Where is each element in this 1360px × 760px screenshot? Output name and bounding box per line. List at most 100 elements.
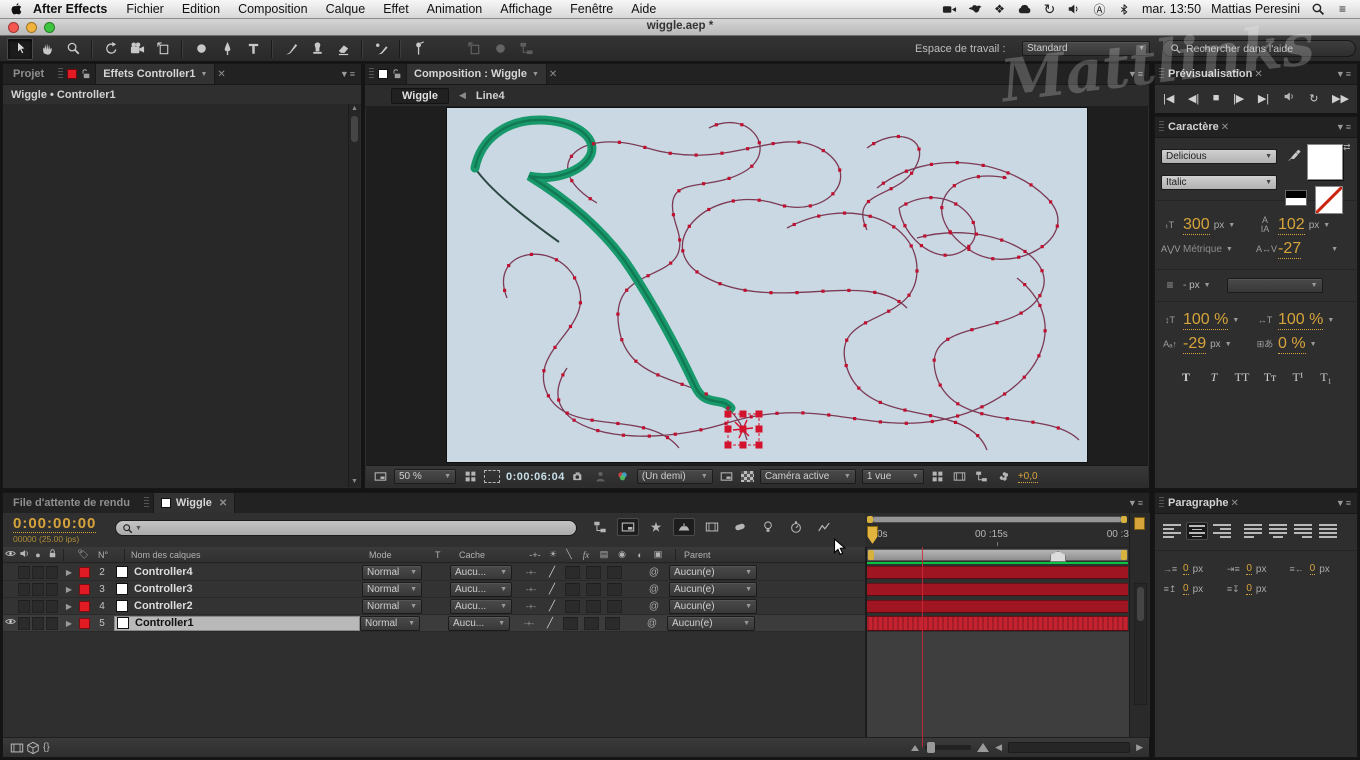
faux-bold-button[interactable]: T: [1176, 370, 1196, 385]
switch-cell[interactable]: [565, 565, 580, 579]
t-column-label[interactable]: T: [435, 550, 459, 560]
justify-all-button[interactable]: [1317, 522, 1339, 540]
baseline-shift-value[interactable]: -29: [1183, 335, 1207, 354]
switch-cell[interactable]: [565, 582, 580, 596]
pill-icon[interactable]: [729, 518, 751, 536]
timeline-vscrollbar[interactable]: [1134, 583, 1147, 705]
layer-expand-arrow[interactable]: ▶: [59, 602, 79, 611]
layer-parent-dropdown[interactable]: Aucun(e) ▼: [669, 564, 757, 580]
cache-column-label[interactable]: Cache: [459, 550, 525, 560]
zoom-tool[interactable]: [61, 39, 85, 59]
menu-animation[interactable]: Animation: [427, 2, 483, 16]
parent-pickwhip-icon[interactable]: @: [639, 567, 669, 578]
quality-switch[interactable]: ╱: [542, 584, 562, 595]
panel-menu-icon[interactable]: ▼≡: [1128, 69, 1144, 79]
region-of-interest-icon[interactable]: [462, 470, 478, 484]
clone-stamp-tool[interactable]: [305, 39, 329, 59]
bluetooth-icon[interactable]: [1117, 2, 1132, 17]
bw-swatch[interactable]: [1285, 190, 1307, 206]
pan-behind-tool[interactable]: [151, 39, 175, 59]
transparency-grid-icon[interactable]: [484, 470, 500, 483]
layer-label-swatch[interactable]: [79, 583, 90, 595]
panel-menu-icon[interactable]: ▼≡: [1336, 69, 1352, 79]
layer-label-swatch[interactable]: [79, 617, 90, 629]
motion-blur-icon[interactable]: [701, 518, 723, 536]
quality-switch[interactable]: ╱: [540, 618, 560, 629]
effects-scrollbar[interactable]: ▲ ▼: [348, 104, 360, 487]
menu-app-name[interactable]: After Effects: [33, 2, 107, 16]
prev-frame-button[interactable]: ◀|: [1188, 92, 1199, 105]
panel-menu-icon[interactable]: ▼≡: [1336, 122, 1352, 132]
zoom-in-mountain-icon[interactable]: [977, 743, 990, 752]
layer-expand-arrow[interactable]: ▶: [59, 568, 79, 577]
switch-cell[interactable]: [607, 565, 622, 579]
comp-crumb-line4[interactable]: Line4: [476, 90, 505, 102]
layer-parent-dropdown[interactable]: Aucun(e) ▼: [667, 615, 755, 631]
number-column-label[interactable]: N°: [98, 550, 124, 560]
layer-solo-cell[interactable]: [32, 582, 44, 596]
layer-label-swatch[interactable]: [79, 600, 90, 612]
mini-comp-button[interactable]: [1134, 517, 1145, 530]
menubar-clock[interactable]: mar. 13:50: [1142, 2, 1201, 16]
comp-flowchart-icon[interactable]: [974, 470, 990, 484]
view-layout-dropdown[interactable]: 1 vue ▼: [861, 469, 924, 484]
timeline-hscrollbar[interactable]: [1008, 742, 1131, 753]
small-caps-button[interactable]: Tᴛ: [1260, 370, 1280, 385]
menu-aide[interactable]: Aide: [631, 2, 656, 16]
shy-layers-icon[interactable]: [645, 518, 667, 536]
layer-expand-arrow[interactable]: ▶: [59, 585, 79, 594]
last-frame-button[interactable]: ▶|: [1258, 92, 1269, 105]
name-column-label[interactable]: Nom des calques: [131, 550, 369, 560]
exposure-value[interactable]: +0,0: [1017, 471, 1038, 483]
tab-preview[interactable]: Prévisualisation: [1168, 68, 1252, 80]
playhead-line[interactable]: [922, 547, 923, 747]
always-preview-icon[interactable]: [372, 470, 388, 484]
layer-name-cell[interactable]: Controller2: [114, 599, 362, 614]
show-channel-icon[interactable]: [615, 470, 631, 484]
layer-row-Controller1[interactable]: ▶ 5 Controller1 Normal ▼ Aucu... ▼ -+- ╱ @ Aucun(e…: [3, 615, 865, 632]
mode-column-label[interactable]: Mode: [369, 550, 435, 560]
indent-first-value[interactable]: 0: [1246, 563, 1252, 575]
nav-handle-left[interactable]: [867, 516, 873, 523]
justify-last-left-button[interactable]: [1242, 522, 1264, 540]
unlock-icon[interactable]: [391, 68, 403, 80]
parent-pickwhip-icon[interactable]: @: [637, 618, 667, 629]
zoom-out-mountain-icon[interactable]: [911, 744, 920, 751]
space-after-value[interactable]: 0: [1246, 583, 1252, 595]
comp-canvas[interactable]: [447, 108, 1087, 462]
stop-button[interactable]: ■: [1213, 92, 1220, 104]
switch-cell[interactable]: [605, 616, 620, 630]
tsume-value[interactable]: 0 %: [1278, 335, 1306, 354]
eraser-tool[interactable]: [331, 39, 355, 59]
layer-name-cell[interactable]: Controller4: [114, 565, 362, 580]
collapse-switch[interactable]: -+-: [520, 585, 542, 594]
brainstorm-icon[interactable]: [757, 518, 779, 536]
work-area-start-handle[interactable]: [868, 550, 874, 560]
ram-preview-button[interactable]: ▶▶: [1332, 92, 1349, 105]
layer-row-Controller2[interactable]: ▶ 4 Controller2 Normal ▼ Aucu... ▼ -+- ╱ @ Aucun(e…: [3, 598, 865, 615]
close-tab-icon[interactable]: ✕: [1254, 69, 1262, 80]
layer-solo-cell[interactable]: [32, 599, 44, 613]
nav-handle-right[interactable]: [1121, 516, 1127, 523]
timeline-nav-scrollbar[interactable]: [867, 516, 1127, 523]
volume-icon[interactable]: [1067, 2, 1082, 17]
layer-audio-cell[interactable]: [18, 565, 30, 579]
swap-colors-icon[interactable]: ⇄: [1343, 142, 1351, 153]
twitter-icon[interactable]: [967, 2, 982, 17]
audio-button[interactable]: [1283, 90, 1296, 106]
layer-label-swatch[interactable]: [79, 566, 90, 578]
comp-crumb-current[interactable]: Wiggle: [391, 87, 449, 104]
switch-cell[interactable]: [565, 599, 580, 613]
tracking-value[interactable]: -27: [1278, 240, 1302, 259]
shape-tool[interactable]: [189, 39, 213, 59]
layer-lock-cell[interactable]: [46, 616, 58, 630]
layer-row-Controller3[interactable]: ▶ 3 Controller3 Normal ▼ Aucu... ▼ -+- ╱ @ Aucun(e…: [3, 581, 865, 598]
switch-cell[interactable]: [584, 616, 599, 630]
menu-effet[interactable]: Effet: [383, 2, 408, 16]
parent-pickwhip-icon[interactable]: @: [639, 601, 669, 612]
rotate-tool[interactable]: [99, 39, 123, 59]
resolution-dropdown[interactable]: (Un demi) ▼: [636, 469, 713, 484]
collapse-switch[interactable]: -+-: [518, 619, 540, 628]
timeline-button-icon[interactable]: [952, 470, 968, 484]
first-frame-button[interactable]: |◀: [1163, 92, 1174, 105]
